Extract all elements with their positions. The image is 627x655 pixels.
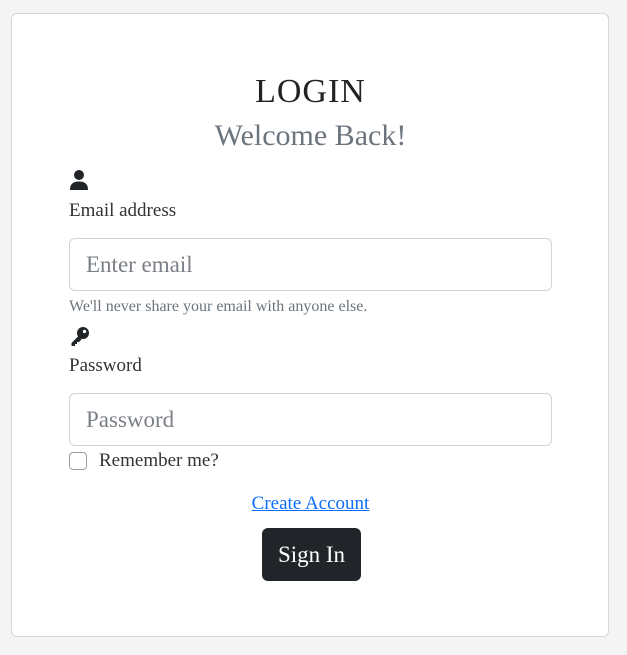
email-label: Email address	[69, 200, 177, 221]
email-help-text: We'll never share your email with anyone…	[69, 298, 368, 315]
user-icon	[69, 169, 91, 191]
remember-row: Remember me?	[69, 450, 219, 472]
password-field[interactable]	[69, 393, 552, 446]
password-label: Password	[69, 355, 142, 376]
sign-in-button[interactable]: Sign In	[262, 528, 361, 581]
remember-label: Remember me?	[99, 450, 219, 471]
remember-checkbox[interactable]	[69, 452, 87, 470]
key-icon	[69, 325, 91, 347]
page-subtitle: Welcome Back!	[214, 119, 407, 152]
page-title: LOGIN	[255, 73, 366, 110]
create-account-link[interactable]: Create Account	[69, 492, 552, 516]
login-card: LOGIN Welcome Back! Email address We'll …	[11, 13, 609, 637]
email-field[interactable]	[69, 238, 552, 291]
